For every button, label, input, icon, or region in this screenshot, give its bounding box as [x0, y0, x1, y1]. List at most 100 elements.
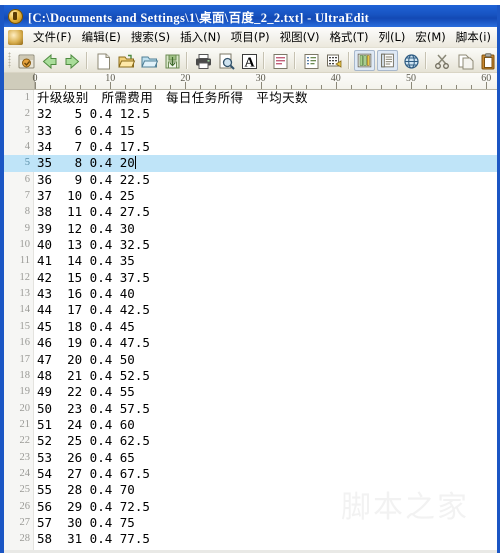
back-arrow-icon[interactable] — [38, 50, 59, 71]
file-manager-icon[interactable] — [15, 50, 36, 71]
ruler-label: 30 — [255, 73, 266, 84]
ruler-tick — [215, 85, 217, 89]
editor-line[interactable]: 27 57 30 0.4 75 — [4, 515, 497, 531]
editor-line[interactable]: 20 50 23 0.4 57.5 — [4, 401, 497, 417]
editor-line[interactable]: 1 升级级别 所需费用 每日任务所得 平均天数 — [4, 90, 497, 106]
line-number: 27 — [19, 516, 31, 528]
line-number: 14 — [19, 304, 31, 316]
title-bar[interactable]: [C:\Documents and Settings\1\桌面\百度_2_2.t… — [4, 5, 497, 27]
editor-line[interactable]: 23 53 26 0.4 65 — [4, 450, 497, 466]
menu-file[interactable]: 文件(F) — [28, 28, 77, 46]
editor-line[interactable]: 9 39 12 0.4 30 — [4, 221, 497, 237]
svg-text:A: A — [244, 55, 255, 70]
editor-line[interactable]: 2 32 5 0.4 12.5 — [4, 106, 497, 122]
line-text: 42 15 0.4 37.5 — [37, 269, 150, 285]
cut-icon[interactable] — [431, 50, 452, 71]
document-icon — [8, 29, 23, 45]
menu-column[interactable]: 列(L) — [373, 28, 410, 46]
close-folder-icon[interactable] — [138, 50, 159, 71]
line-text: 55 28 0.4 70 — [37, 482, 135, 498]
line-number: 21 — [19, 418, 31, 430]
menu-search[interactable]: 搜索(S) — [126, 28, 175, 46]
editor-line[interactable]: 6 36 9 0.4 22.5 — [4, 172, 497, 188]
editor-line[interactable]: 14 44 17 0.4 42.5 — [4, 302, 497, 318]
editor-line[interactable]: 11 41 14 0.4 35 — [4, 253, 497, 269]
editor-line[interactable]: 7 37 10 0.4 25 — [4, 188, 497, 204]
menu-script[interactable]: 脚本(i) — [451, 28, 496, 46]
line-number: 4 — [24, 141, 30, 153]
editor-line[interactable]: 12 42 15 0.4 37.5 — [4, 270, 497, 286]
code-area[interactable]: 1 升级级别 所需费用 每日任务所得 平均天数 2 32 5 0.4 12.5 3 33 … — [4, 90, 497, 552]
menu-view[interactable]: 视图(V) — [275, 28, 325, 46]
ultraedit-window: [C:\Documents and Settings\1\桌面\百度_2_2.t… — [0, 0, 500, 553]
word-wrap-icon[interactable] — [269, 50, 290, 71]
ruler-label: 10 — [105, 73, 116, 84]
editor-line[interactable]: 13 43 16 0.4 40 — [4, 286, 497, 302]
open-folder-icon[interactable] — [115, 50, 136, 71]
column-mode-icon[interactable] — [354, 49, 375, 71]
line-numbers-icon[interactable] — [300, 50, 321, 71]
ruler-tick — [245, 85, 247, 89]
editor-line[interactable]: 3 33 6 0.4 15 — [4, 123, 497, 139]
menu-bar: 文件(F) 编辑(E) 搜索(S) 插入(N) 项目(P) 视图(V) 格式(T… — [4, 27, 497, 48]
line-number: 6 — [24, 173, 30, 185]
menu-format[interactable]: 格式(T) — [324, 28, 373, 46]
menu-insert[interactable]: 插入(N) — [175, 28, 226, 46]
line-number: 20 — [19, 402, 31, 414]
save-icon[interactable] — [161, 50, 182, 71]
ruler-tick — [305, 85, 307, 89]
ruler-tick — [290, 85, 292, 89]
line-number: 1 — [24, 92, 30, 103]
editor-line[interactable]: 28 58 31 0.4 77.5 — [4, 531, 497, 547]
line-number: 28 — [19, 533, 31, 545]
menu-project[interactable]: 项目(P) — [226, 28, 275, 46]
ruler-tick — [80, 85, 82, 89]
line-number: 19 — [19, 386, 31, 398]
font-icon[interactable]: A — [238, 50, 259, 71]
line-number: 10 — [19, 239, 31, 251]
ruler-label: 50 — [406, 73, 416, 84]
line-number: 25 — [19, 484, 31, 496]
editor-line[interactable]: 26 56 29 0.4 72.5 — [4, 499, 497, 515]
menu-macro[interactable]: 宏(M) — [410, 28, 450, 46]
editor-line[interactable]: 10 40 13 0.4 32.5 — [4, 237, 497, 253]
ruler-gutter — [4, 73, 35, 89]
line-text: 43 16 0.4 40 — [37, 286, 135, 302]
hex-edit-icon[interactable] — [323, 50, 344, 71]
copy-icon[interactable] — [454, 50, 475, 71]
print-icon[interactable] — [192, 50, 213, 71]
ruler-tick — [441, 85, 443, 89]
editor-line[interactable]: 22 52 25 0.4 62.5 — [4, 433, 497, 449]
editor-line[interactable]: 8 38 11 0.4 27.5 — [4, 204, 497, 220]
editor-line[interactable]: 4 34 7 0.4 17.5 — [4, 139, 497, 155]
editor-line[interactable]: 16 46 19 0.4 47.5 — [4, 335, 497, 351]
line-text: 46 19 0.4 47.5 — [37, 335, 150, 351]
editor-line[interactable]: 17 47 20 0.4 50 — [4, 352, 497, 368]
line-number: 2 — [24, 108, 30, 120]
column-ruler: 0 10 20 30 40 50 60 — [4, 73, 497, 90]
editor-line[interactable]: 24 54 27 0.4 67.5 — [4, 466, 497, 482]
ruler-tick — [140, 85, 142, 89]
line-number: 13 — [19, 288, 31, 300]
ruler-label: 60 — [481, 73, 492, 84]
new-file-icon[interactable] — [92, 50, 113, 71]
line-number: 16 — [19, 337, 31, 349]
editor-line-current[interactable]: 5 35 8 0.4 20 — [4, 155, 497, 172]
editor-line[interactable]: 25 55 28 0.4 70 — [4, 482, 497, 498]
web-browser-icon[interactable] — [400, 50, 421, 71]
editor-line[interactable]: 15 45 18 0.4 45 — [4, 319, 497, 335]
editor-line[interactable]: 21 51 24 0.4 60 — [4, 417, 497, 433]
line-text: 52 25 0.4 62.5 — [37, 433, 150, 449]
text-editor[interactable]: 1 升级级别 所需费用 每日任务所得 平均天数 2 32 5 0.4 12.5 3 33 … — [4, 90, 497, 552]
template-icon[interactable] — [377, 49, 398, 71]
print-preview-icon[interactable] — [215, 50, 236, 71]
editor-line[interactable]: 19 49 22 0.4 55 — [4, 384, 497, 400]
paste-icon[interactable] — [477, 50, 498, 71]
ruler-tick — [65, 85, 67, 89]
forward-arrow-icon[interactable] — [61, 50, 82, 71]
toolbar-separator — [348, 51, 350, 69]
editor-line[interactable]: 18 48 21 0.4 52.5 — [4, 368, 497, 384]
toolbar-grip[interactable] — [8, 52, 11, 68]
line-text: 53 26 0.4 65 — [37, 449, 135, 465]
menu-edit[interactable]: 编辑(E) — [77, 28, 126, 46]
